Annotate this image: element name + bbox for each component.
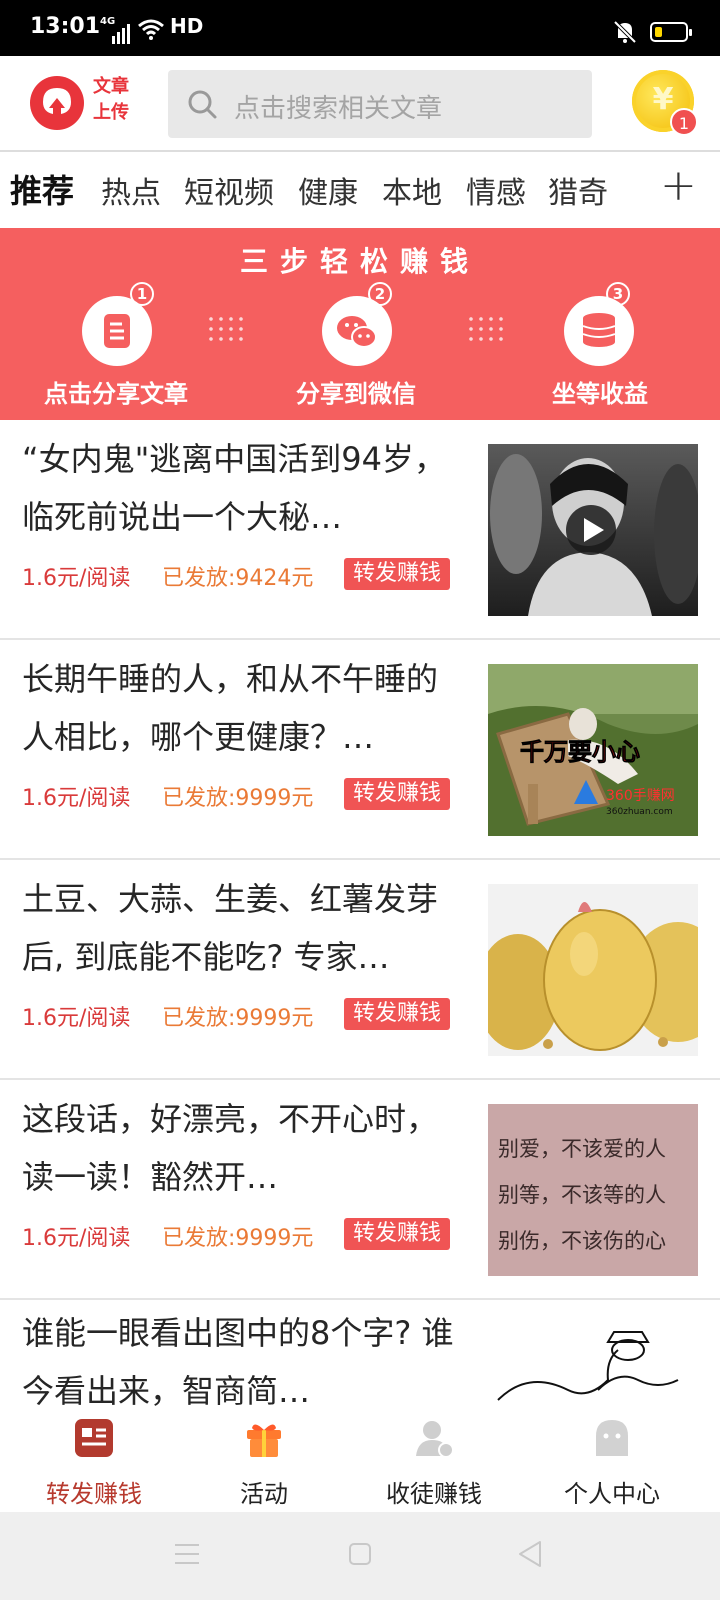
tab-recommend[interactable]: 推荐 xyxy=(10,166,74,212)
nav-label: 活动 xyxy=(240,1480,288,1508)
paid-amount: 已发放:9999元 xyxy=(162,786,314,811)
thumb-caption: 千万要小心 xyxy=(520,738,640,766)
step-separator xyxy=(206,314,246,344)
system-navigation-bar xyxy=(0,1512,720,1600)
step-number: 1 xyxy=(130,282,154,306)
ghost-profile-icon xyxy=(596,1420,628,1456)
banner-title: 三步轻松赚钱 xyxy=(239,245,480,278)
paid-amount: 已发放:9424元 xyxy=(162,566,314,591)
article-title[interactable]: “女内鬼"逃离中国活到94岁，临死前说出一个大秘… xyxy=(22,430,462,546)
price-per-read: 1.6元/阅读 xyxy=(22,566,131,591)
nav-label: 个人中心 xyxy=(564,1480,660,1508)
search-input[interactable]: 点击搜索相关文章 xyxy=(168,70,592,138)
home-icon[interactable] xyxy=(348,1542,372,1566)
nav-profile[interactable]: 个人中心 xyxy=(522,1408,702,1512)
article-meta: 1.6元/阅读 已发放:9999元 转发赚钱 xyxy=(22,778,462,811)
nav-share-earn[interactable]: 转发赚钱 xyxy=(4,1408,184,1512)
nav-activity[interactable]: 活动 xyxy=(174,1408,354,1512)
article-title[interactable]: 长期午睡的人，和从不午睡的人相比，哪个更健康？… xyxy=(22,650,462,766)
search-placeholder: 点击搜索相关文章 xyxy=(234,94,443,124)
article-title[interactable]: 这段话，好漂亮，不开心时，读一读！豁然开… xyxy=(22,1090,462,1206)
price-per-read: 1.6元/阅读 xyxy=(22,786,131,811)
battery-icon xyxy=(650,22,692,42)
earn-steps-banner[interactable]: 三步轻松赚钱 1 点击分享文章 2 分享到微信 3 坐等收益 xyxy=(0,228,720,420)
article-title[interactable]: 谁能一眼看出图中的8个字? 谁今看出来，智商简… xyxy=(22,1304,462,1408)
article-item[interactable]: 谁能一眼看出图中的8个字? 谁今看出来，智商简… xyxy=(0,1300,720,1408)
article-thumbnail[interactable] xyxy=(488,1330,698,1408)
paid-amount: 已发放:9999元 xyxy=(162,1226,314,1251)
article-item[interactable]: 长期午睡的人，和从不午睡的人相比，哪个更健康？… 1.6元/阅读 已发放:999… xyxy=(0,640,720,860)
search-icon xyxy=(188,90,217,119)
price-per-read: 1.6元/阅读 xyxy=(22,1226,131,1251)
article-meta: 1.6元/阅读 已发放:9424元 转发赚钱 xyxy=(22,558,462,591)
document-icon xyxy=(82,296,152,366)
status-time: 13:01 xyxy=(30,14,101,39)
bottom-navigation: 转发赚钱 活动 收徒赚钱 个人中心 xyxy=(0,1408,720,1512)
menu-icon[interactable] xyxy=(174,1542,200,1566)
add-tab-icon[interactable]: + xyxy=(660,164,697,208)
price-per-read: 1.6元/阅读 xyxy=(22,1006,131,1031)
tab-local[interactable]: 本地 xyxy=(382,168,442,212)
article-thumbnail[interactable]: 别爱，不该爱的人 别等，不该等的人 别伤，不该伤的心 xyxy=(488,1104,698,1276)
article-item[interactable]: “女内鬼"逃离中国活到94岁，临死前说出一个大秘… 1.6元/阅读 已发放:94… xyxy=(0,420,720,640)
upload-article-label[interactable]: 文章上传 xyxy=(93,74,143,126)
share-earn-button[interactable]: 转发赚钱 xyxy=(344,778,451,810)
user-add-icon xyxy=(416,1421,454,1458)
back-icon[interactable] xyxy=(518,1540,542,1568)
coin-badge: 1 xyxy=(670,108,698,136)
wifi-icon xyxy=(138,19,164,40)
quote-line: 别等，不该等的人 xyxy=(498,1183,666,1207)
article-item[interactable]: 这段话，好漂亮，不开心时，读一读！豁然开… 1.6元/阅读 已发放:9999元 … xyxy=(0,1080,720,1300)
article-item[interactable]: 土豆、大蒜、生姜、红薯发芽后, 到底能不能吃? 专家… 1.6元/阅读 已发放:… xyxy=(0,860,720,1080)
article-thumbnail[interactable] xyxy=(488,444,698,616)
article-meta: 1.6元/阅读 已发放:9999元 转发赚钱 xyxy=(22,998,462,1031)
news-icon xyxy=(75,1419,113,1457)
tab-hot[interactable]: 热点 xyxy=(101,168,161,212)
tab-health[interactable]: 健康 xyxy=(298,168,358,212)
upload-logo-icon[interactable] xyxy=(30,76,84,130)
article-meta: 1.6元/阅读 已发放:9999元 转发赚钱 xyxy=(22,1218,462,1251)
mute-bell-icon xyxy=(613,20,637,44)
step-number: 3 xyxy=(606,282,630,306)
step-label: 分享到微信 xyxy=(296,380,416,408)
gift-icon xyxy=(247,1424,281,1457)
step-label: 坐等收益 xyxy=(552,380,648,408)
quote-line: 别伤，不该伤的心 xyxy=(498,1229,666,1253)
article-title[interactable]: 土豆、大蒜、生姜、红薯发芽后, 到底能不能吃? 专家… xyxy=(22,870,462,986)
share-earn-button[interactable]: 转发赚钱 xyxy=(344,1218,451,1250)
nav-label: 转发赚钱 xyxy=(46,1480,142,1508)
status-bar: 13:01 4G HD xyxy=(0,0,720,56)
app-header: 文章上传 点击搜索相关文章 ¥ 1 xyxy=(0,56,720,152)
thumb-url: 360zhuan.com xyxy=(606,807,673,817)
quote-line: 别爱，不该爱的人 xyxy=(498,1137,666,1161)
article-thumbnail[interactable]: 千万要小心 360手赚网 360zhuan.com xyxy=(488,664,698,836)
article-thumbnail[interactable] xyxy=(488,884,698,1056)
nav-label: 收徒赚钱 xyxy=(386,1480,482,1508)
coins-icon xyxy=(564,296,634,366)
tab-emotion[interactable]: 情感 xyxy=(466,168,526,212)
share-earn-button[interactable]: 转发赚钱 xyxy=(344,998,451,1030)
network-type: HD xyxy=(170,14,204,38)
thumb-watermark: 360手赚网 xyxy=(606,788,675,804)
paid-amount: 已发放:9999元 xyxy=(162,1006,314,1031)
step-separator xyxy=(466,314,506,344)
step-label: 点击分享文章 xyxy=(44,380,188,408)
tab-curiosity[interactable]: 猎奇 xyxy=(548,168,608,212)
nav-recruit-earn[interactable]: 收徒赚钱 xyxy=(344,1408,524,1512)
cellular-signal-icon xyxy=(112,24,130,44)
step-number: 2 xyxy=(368,282,392,306)
wechat-icon xyxy=(322,296,392,366)
tab-short-video[interactable]: 短视频 xyxy=(184,168,274,212)
share-earn-button[interactable]: 转发赚钱 xyxy=(344,558,451,590)
category-tabs: 推荐 热点 短视频 健康 本地 情感 猎奇 + xyxy=(0,154,720,226)
